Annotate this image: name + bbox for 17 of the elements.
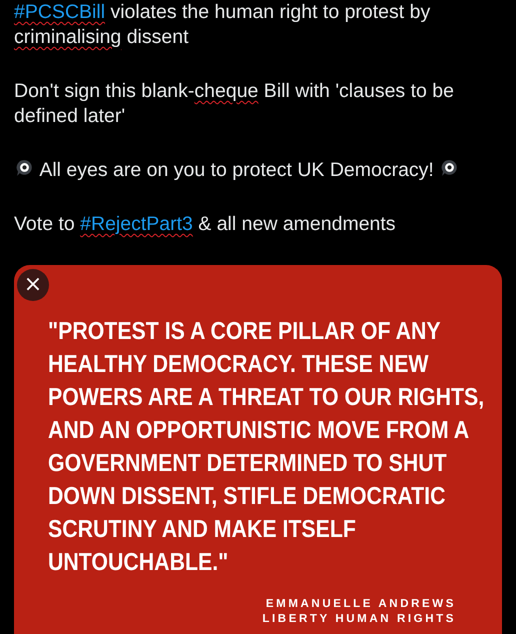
quote-line: HEALTHY DEMOCRACY. THESE NEW: [48, 350, 429, 380]
close-button[interactable]: ×: [17, 269, 49, 301]
quote-line: DOWN DISSENT, STIFLE DEMOCRATIC: [48, 482, 446, 512]
quote-line: GOVERNMENT DETERMINED TO SHUT: [48, 449, 447, 479]
tweet-paragraph: Don't sign this blank-cheque Bill with 'clauses to be defined later': [14, 79, 455, 129]
quote-line: UNTOUCHABLE.": [48, 548, 228, 578]
quote-line: POWERS ARE A THREAT TO OUR RIGHTS,: [48, 383, 484, 413]
attribution-line: LIBERTY HUMAN RIGHTS: [262, 612, 456, 627]
quote-line: SCRUTINY AND MAKE ITSELF: [48, 515, 356, 545]
hashtag-link[interactable]: #PCSCBill: [14, 1, 106, 23]
quote-line: AND AN OPPORTUNISTIC MOVE FROM A: [48, 416, 470, 446]
tweet-paragraph: Vote to #RejectPart3 & all new amendments: [14, 212, 397, 237]
quote-line: "PROTEST IS A CORE PILLAR OF ANY: [48, 317, 441, 347]
attribution-line: EMMANUELLE ANDREWS: [264, 597, 456, 612]
hashtag-link[interactable]: #RejectPart3: [80, 213, 193, 235]
tweet-paragraph: #PCSCBill violates the human right to protest by criminalising dissent: [14, 0, 432, 50]
tweet-paragraph: All eyes are on you to protect UK Democracy!: [14, 158, 506, 183]
